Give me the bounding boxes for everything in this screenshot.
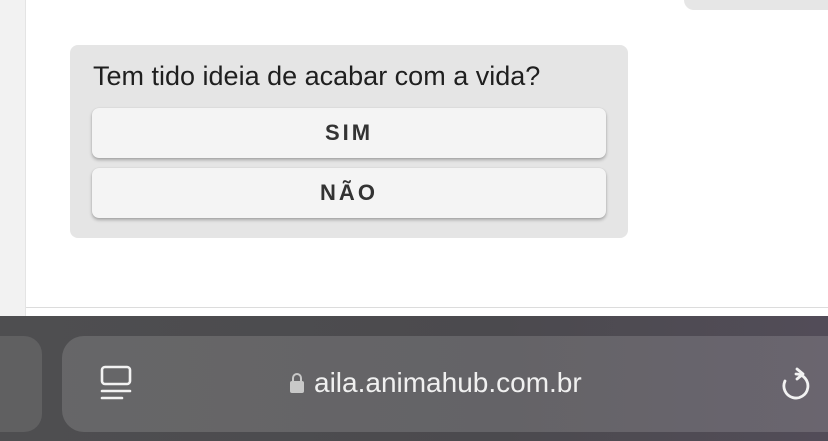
url-text[interactable]: aila.animahub.com.br [314, 367, 582, 399]
browser-bottom-bar: aila.animahub.com.br [0, 316, 828, 441]
lock-icon [290, 373, 304, 393]
screen: Tem tido ideia de acabar com a vida? SIM… [0, 0, 828, 441]
question-text: Tem tido ideia de acabar com a vida? [93, 61, 541, 91]
address-bar[interactable]: aila.animahub.com.br [62, 336, 828, 432]
reader-mode-icon[interactable] [97, 364, 135, 404]
previous-message-bubble [684, 0, 828, 10]
option-sim-button[interactable]: SIM [92, 108, 606, 158]
reload-icon[interactable] [776, 366, 816, 406]
page-divider [26, 307, 828, 308]
option-nao-button[interactable]: NÃO [92, 168, 606, 218]
previous-tab-pill[interactable] [0, 336, 42, 432]
chat-question-bubble: Tem tido ideia de acabar com a vida? SIM… [70, 45, 628, 238]
page-left-margin [0, 0, 26, 316]
